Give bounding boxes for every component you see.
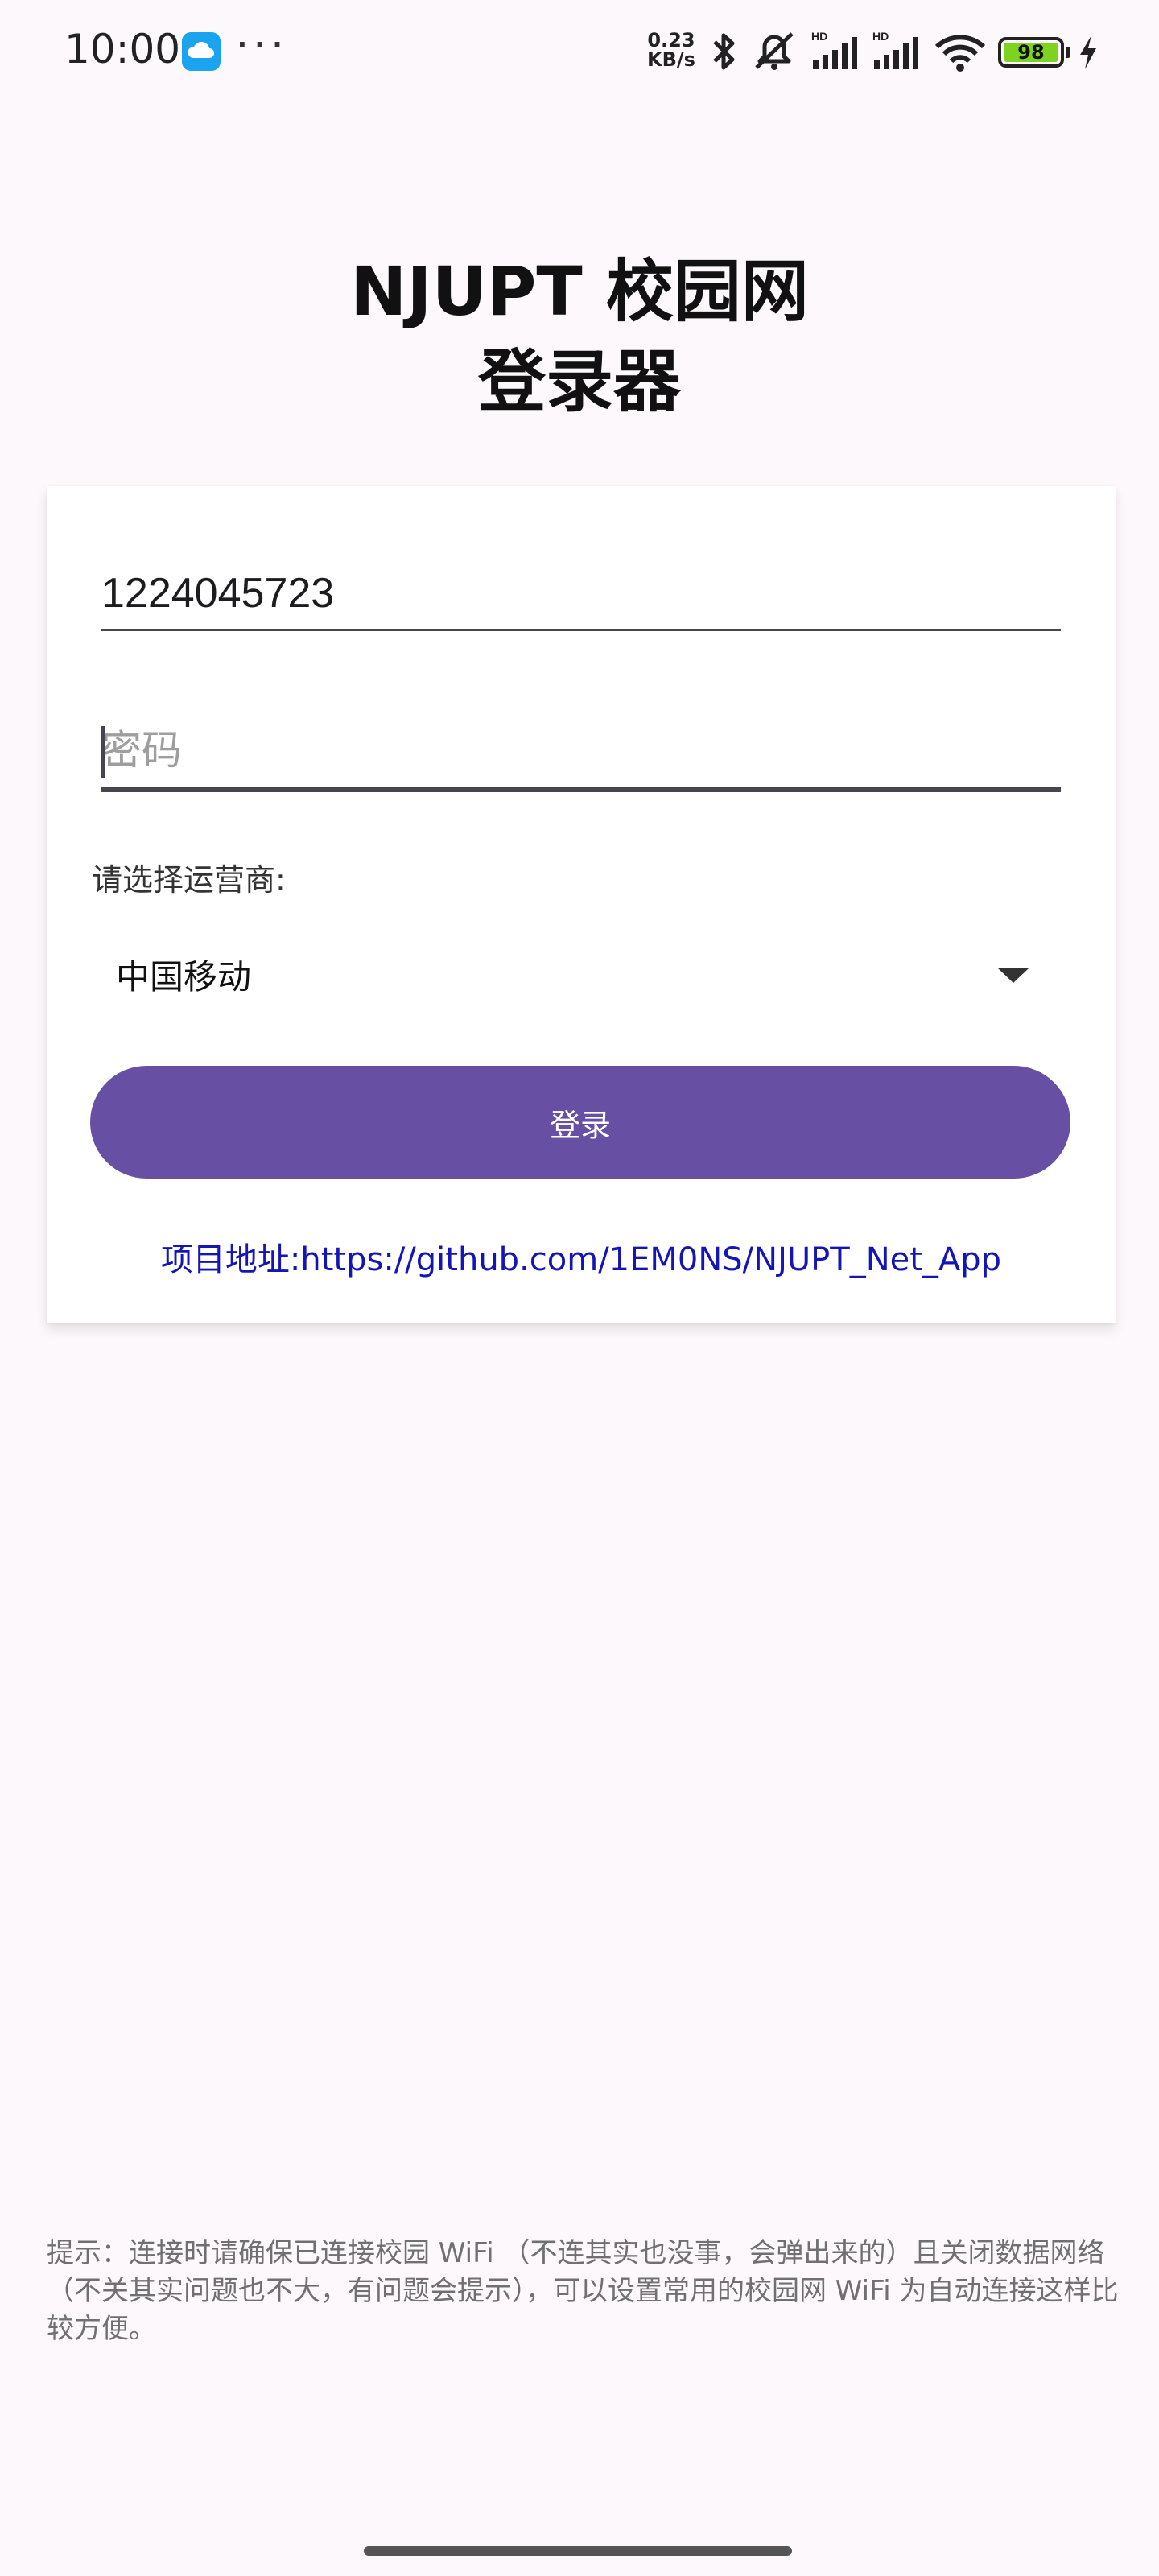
title-line-2: 登录器	[477, 342, 681, 421]
hd-signal-icon: HD	[871, 29, 922, 77]
hd-signal-icon: HD	[810, 29, 861, 77]
dropdown-arrow-icon[interactable]	[998, 968, 1029, 983]
battery-level: 98	[1004, 43, 1058, 62]
svg-text:HD: HD	[811, 30, 827, 43]
battery-tip	[1066, 47, 1070, 58]
network-speed: 0.23 KB/s	[647, 31, 695, 69]
battery-icon: 98	[998, 37, 1064, 68]
status-bar: 10:00 ··· 0.23 KB/s HD HD 98	[0, 0, 1159, 105]
status-time: 10:00	[64, 26, 181, 72]
isp-dropdown[interactable]: 中国移动	[92, 934, 1074, 1014]
login-screen: 10:00 ··· 0.23 KB/s HD HD 98 NJUPT 校园网 登…	[0, 0, 1159, 2576]
account-field[interactable]	[101, 557, 1061, 631]
login-card: 请选择运营商: 中国移动 登录 项目地址:https://github.com/…	[47, 486, 1116, 1323]
password-input[interactable]	[101, 713, 1061, 787]
network-speed-value: 0.23	[647, 29, 695, 52]
cloud-app-icon	[182, 32, 221, 71]
home-indicator[interactable]	[364, 2546, 792, 2556]
login-button[interactable]: 登录	[90, 1066, 1070, 1179]
account-input[interactable]	[101, 557, 1061, 629]
bolt-icon	[1077, 29, 1099, 77]
project-link[interactable]: 项目地址:https://github.com/1EM0NS/NJUPT_Net…	[47, 1233, 1116, 1280]
mute-icon	[750, 29, 798, 77]
text-cursor	[101, 726, 105, 778]
password-field[interactable]	[101, 713, 1061, 792]
network-speed-unit: KB/s	[647, 48, 695, 71]
bluetooth-icon	[710, 29, 739, 77]
isp-selected-value: 中国移动	[116, 956, 252, 997]
more-notifications-icon: ···	[235, 19, 288, 72]
title-line-1: NJUPT 校园网	[350, 252, 809, 331]
page-title: NJUPT 校园网 登录器	[0, 246, 1159, 427]
svg-text:HD: HD	[872, 30, 889, 43]
isp-label: 请选择运营商:	[92, 862, 286, 898]
wifi-icon	[934, 29, 987, 77]
footer-tip: 提示：连接时请确保已连接校园 WiFi （不连其实也没事，会弹出来的）且关闭数据…	[47, 2237, 1119, 2345]
